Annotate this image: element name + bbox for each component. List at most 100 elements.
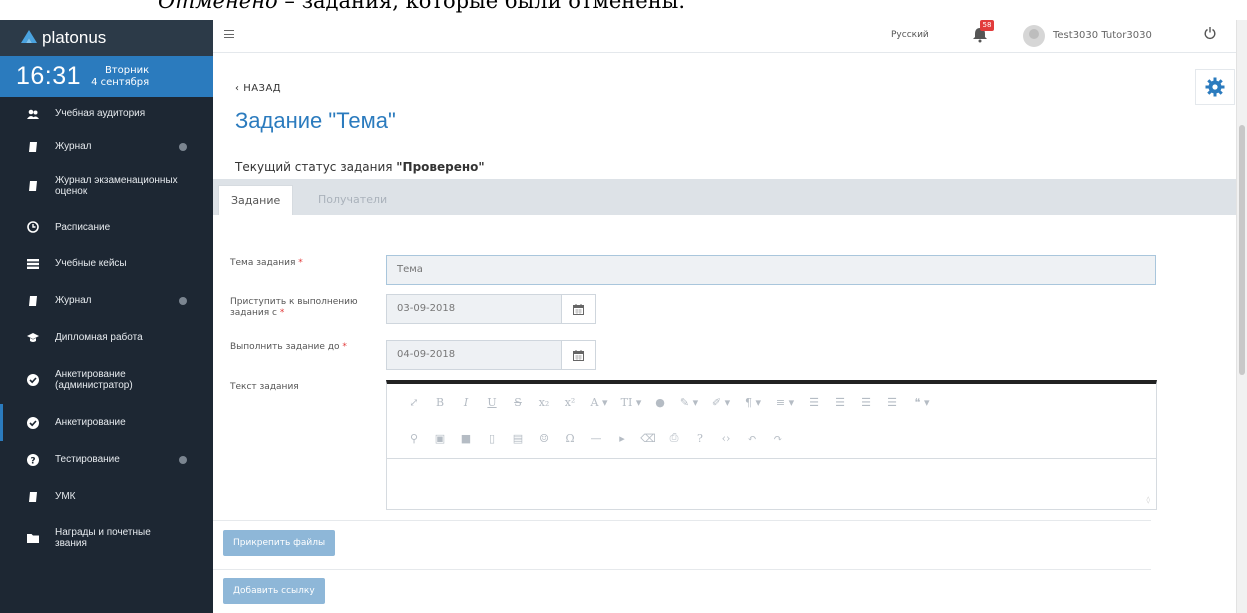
user-name[interactable]: Test3030 Tutor3030 [1053, 30, 1152, 41]
sidebar-item-awards[interactable]: Награды и почетные звания [0, 515, 213, 561]
undo-icon[interactable]: ↶ [739, 432, 765, 445]
strikethrough-icon[interactable]: S [505, 396, 531, 409]
sidebar-item-testing[interactable]: ? Тестирование [0, 441, 213, 478]
indent-icon[interactable]: ☰ [879, 396, 905, 409]
sidebar-item-survey[interactable]: Анкетирование [0, 404, 213, 441]
start-date-calendar-button[interactable] [561, 294, 596, 324]
book-icon [29, 491, 37, 502]
page-scrollbar[interactable] [1236, 20, 1247, 613]
add-link-button[interactable]: Добавить ссылку [223, 578, 325, 604]
chevron-icon [179, 455, 187, 464]
special-char-icon[interactable]: Ω [557, 432, 583, 445]
rich-text-editor: ⤢ B I U S x₂ x² A ▾ TI ▾ ● ✎ ▾ ✐ ▾ ¶ ▾ ≡… [386, 380, 1157, 510]
paragraph-icon[interactable]: ¶ ▾ [737, 396, 769, 409]
quote-icon[interactable]: ❝ ▾ [905, 396, 939, 409]
notification-badge: 58 [980, 20, 994, 31]
subscript-icon[interactable]: x₂ [531, 396, 557, 409]
highlight-icon[interactable]: ✎ ▾ [673, 396, 705, 409]
align-icon[interactable]: ≡ ▾ [769, 396, 801, 409]
table-icon[interactable]: ▤ [505, 432, 531, 445]
due-date-calendar-button[interactable] [561, 340, 596, 370]
clock-date: Вторник 4 сентября [91, 65, 149, 89]
platonus-logo-icon [21, 30, 37, 43]
unordered-list-icon[interactable]: ☰ [827, 396, 853, 409]
sidebar-item-exam-journal[interactable]: Журнал экзаменационных оценок [0, 163, 213, 209]
bold-icon[interactable]: B [427, 396, 453, 409]
outdent-icon[interactable]: ☰ [853, 396, 879, 409]
language-selector[interactable]: Русский [891, 30, 929, 40]
due-date-label: Выполнить задание до * [230, 342, 347, 352]
sidebar-item-journal[interactable]: Журнал [0, 130, 213, 163]
chevron-icon [179, 296, 187, 305]
select-all-icon[interactable]: ▸ [609, 432, 635, 445]
top-bar: Русский 58 Test3030 Tutor3030 [213, 20, 1247, 53]
font-size-icon[interactable]: TI ▾ [615, 396, 647, 409]
file-icon[interactable]: ▯ [479, 432, 505, 445]
tabs-bar: Задание Получатели [213, 179, 1237, 215]
sidebar-nav: Учебная аудитория Журнал Журнал экзамена… [0, 97, 213, 561]
sidebar-item-cases[interactable]: Учебные кейсы [0, 245, 213, 282]
topic-input[interactable]: Тема [386, 255, 1156, 285]
video-icon[interactable]: ■ [453, 432, 479, 445]
italic-icon[interactable]: I [453, 396, 479, 409]
task-text-label: Текст задания [230, 382, 299, 392]
ordered-list-icon[interactable]: ☰ [801, 396, 827, 409]
emoticon-icon[interactable]: ☺ [531, 432, 557, 445]
calendar-icon [573, 303, 584, 315]
start-date-input[interactable]: 03-09-2018 [386, 294, 562, 324]
caption-italic: Отменено [158, 0, 278, 13]
page-title: Задание "Тема" [235, 108, 396, 133]
calendar-icon [573, 349, 584, 361]
editor-text-area[interactable]: ◊ [387, 458, 1156, 510]
eraser-icon[interactable]: ⌫ [635, 432, 661, 445]
attach-files-button[interactable]: Прикрепить файлы [223, 530, 336, 556]
underline-icon[interactable]: U [479, 396, 505, 409]
redo-icon[interactable]: ↷ [765, 432, 791, 445]
code-view-icon[interactable]: ‹› [713, 432, 739, 445]
sidebar-item-umk[interactable]: УМК [0, 478, 213, 515]
resize-handle-icon[interactable]: ◊ [1147, 496, 1150, 504]
sidebar-item-schedule[interactable]: Расписание [0, 209, 213, 245]
logo-bar[interactable]: platonus [0, 20, 213, 56]
horizontal-line-icon[interactable]: — [583, 432, 609, 445]
start-date-label: Приступить к выполнению задания с * [230, 297, 358, 318]
sidebar-item-survey-admin[interactable]: Анкетирование (администратор) [0, 356, 213, 404]
sidebar: platonus 16:31 Вторник 4 сентября Учебна… [0, 20, 213, 613]
superscript-icon[interactable]: x² [557, 396, 583, 409]
sidebar-item-thesis[interactable]: Дипломная работа [0, 319, 213, 356]
book-icon [29, 141, 37, 152]
tab-recipients[interactable]: Получатели [306, 185, 399, 215]
back-link[interactable]: ‹ НАЗАД [235, 83, 281, 94]
separator [213, 520, 1151, 521]
task-status: Текущий статус задания "Проверено" [235, 160, 485, 174]
sidebar-item-classroom[interactable]: Учебная аудитория [0, 97, 213, 130]
clock-time: 16:31 [16, 62, 82, 90]
clock-weekday: Вторник [104, 64, 150, 76]
book-icon [29, 181, 37, 191]
users-icon [27, 109, 39, 119]
svg-text:?: ? [30, 456, 35, 466]
chevron-icon [179, 142, 187, 151]
clock-icon [27, 221, 39, 233]
editor-toolbar-row-1: ⤢ B I U S x₂ x² A ▾ TI ▾ ● ✎ ▾ ✐ ▾ ¶ ▾ ≡… [387, 384, 939, 420]
help-icon[interactable]: ? [687, 432, 713, 445]
check-circle-icon [27, 416, 39, 429]
link-icon[interactable]: ⚲ [401, 432, 427, 445]
tab-task[interactable]: Задание [218, 185, 294, 215]
image-icon[interactable]: ▣ [427, 432, 453, 445]
avatar[interactable] [1023, 25, 1045, 47]
style-icon[interactable]: ✐ ▾ [705, 396, 737, 409]
gear-icon [1205, 77, 1225, 97]
due-date-input[interactable]: 04-09-2018 [386, 340, 562, 370]
power-icon[interactable] [1203, 26, 1217, 40]
sidebar-item-journal-2[interactable]: Журнал [0, 282, 213, 319]
graduation-cap-icon [27, 332, 39, 342]
menu-toggle-icon[interactable] [224, 30, 234, 38]
font-family-icon[interactable]: A ▾ [583, 396, 615, 409]
scrollbar-thumb[interactable] [1239, 125, 1245, 375]
text-color-icon[interactable]: ● [647, 396, 673, 409]
clear-format-icon[interactable]: ⤢ [401, 396, 427, 409]
print-icon[interactable]: ⎙ [661, 431, 687, 445]
caption-rest: – задания, которые были отменены. [277, 0, 686, 13]
settings-button[interactable] [1195, 69, 1235, 105]
